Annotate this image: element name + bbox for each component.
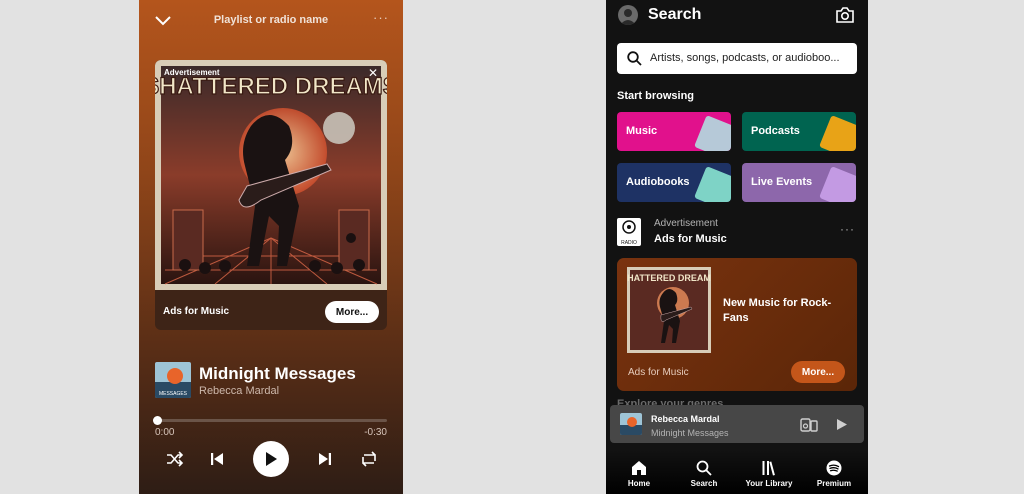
nav-label: Your Library: [745, 479, 793, 488]
more-options-icon[interactable]: ···: [373, 10, 389, 25]
mini-player-artist: Rebecca Mardal: [651, 414, 720, 424]
now-playing-screen: Playlist or radio name ··· SHATTERED DRE…: [139, 0, 403, 494]
tile-label: Live Events: [751, 176, 813, 188]
browse-tile-music[interactable]: Music: [617, 112, 731, 151]
more-options-icon[interactable]: ···: [840, 222, 855, 236]
track-artist[interactable]: Rebecca Mardal: [199, 385, 279, 397]
advertiser-logo-text: RADIO playlists: [620, 240, 638, 252]
remaining-time: -0:30: [364, 427, 387, 438]
nav-item-your-library[interactable]: Your Library: [739, 460, 799, 488]
ad-art-title: SHATTERED DREAMS: [155, 73, 387, 100]
user-icon: [620, 9, 636, 25]
search-input[interactable]: Artists, songs, podcasts, or audioboo...: [617, 43, 857, 74]
playback-controls: [155, 440, 387, 478]
track-thumbnail[interactable]: MESSAGES: [155, 362, 191, 398]
thumb-caption: MESSAGES: [159, 391, 188, 397]
promo-art-title: SHATTERED DREAMS: [627, 273, 711, 283]
promo-artwork: SHATTERED DREAMS: [627, 267, 711, 353]
play-icon[interactable]: [836, 418, 848, 431]
tile-artwork: [819, 115, 856, 151]
ad-brand-label: Ads for Music: [163, 306, 230, 317]
page-title: Search: [648, 6, 702, 23]
now-playing-header: Playlist or radio name ···: [139, 10, 403, 32]
play-icon[interactable]: [253, 441, 289, 477]
nav-item-home[interactable]: Home: [609, 460, 669, 488]
advertiser-logo: RADIO playlists: [617, 218, 641, 252]
next-icon[interactable]: [313, 440, 337, 478]
browse-tile-live-events[interactable]: Live Events: [742, 163, 856, 202]
advertisement-label: Advertisement: [654, 218, 718, 229]
promo-card[interactable]: SHATTERED DREAMS New Music for Rock-Fans…: [617, 258, 857, 391]
section-heading: Start browsing: [617, 90, 695, 102]
search-icon: [696, 460, 712, 476]
tile-label: Music: [626, 125, 658, 137]
track-title: Midnight Messages: [199, 364, 356, 383]
mini-player[interactable]: Rebecca Mardal Midnight Messages: [610, 405, 864, 443]
previous-icon[interactable]: [205, 440, 229, 478]
play-button[interactable]: [253, 440, 289, 478]
elapsed-time: 0:00: [155, 427, 175, 438]
browse-tile-audiobooks[interactable]: Audiobooks: [617, 163, 731, 202]
nav-item-premium[interactable]: Premium: [804, 460, 864, 488]
progress-bar[interactable]: [153, 416, 387, 425]
nav-label: Premium: [816, 479, 852, 488]
more-button[interactable]: More...: [791, 361, 845, 383]
tile-artwork: [694, 115, 731, 151]
radio-logo-icon: [622, 220, 636, 234]
nav-label: Search: [690, 479, 718, 488]
browse-tile-podcasts[interactable]: Podcasts: [742, 112, 856, 151]
track-info: MESSAGES Midnight Messages Rebecca Marda…: [155, 362, 387, 400]
advertisement-label: Advertisement: [164, 68, 220, 77]
spotify-icon: [826, 460, 842, 476]
mini-player-track: Midnight Messages: [651, 428, 729, 438]
ad-card[interactable]: SHATTERED DREAMS Advertisement ✕ Ads for…: [155, 60, 387, 330]
search-screen: Search Artists, songs, podcasts, or audi…: [606, 0, 868, 494]
connect-devices-icon[interactable]: [800, 417, 818, 433]
search-icon: [627, 51, 642, 66]
camera-icon[interactable]: [836, 7, 854, 23]
playlist-title: Playlist or radio name: [213, 14, 329, 26]
repeat-icon[interactable]: [357, 440, 381, 478]
home-icon: [632, 461, 646, 475]
shuffle-icon[interactable]: [163, 440, 187, 478]
promo-headline: New Music for Rock-Fans: [723, 297, 832, 324]
avatar[interactable]: [618, 5, 638, 25]
ad-header-row: RADIO playlists Advertisement Ads for Mu…: [617, 216, 857, 252]
nav-item-search[interactable]: Search: [674, 460, 734, 488]
nav-label: Home: [627, 479, 651, 488]
track-thumbnail: [620, 413, 642, 435]
tile-artwork: [819, 166, 856, 202]
close-icon[interactable]: ✕: [368, 66, 378, 80]
ad-artwork: SHATTERED DREAMS: [155, 60, 387, 290]
progress-handle[interactable]: [153, 416, 162, 425]
library-icon: [762, 461, 775, 476]
tile-artwork: [694, 166, 731, 202]
ad-brand-label: Ads for Music: [654, 233, 727, 245]
tile-label: Audiobooks: [626, 176, 690, 188]
ad-brand-label: Ads for Music: [628, 367, 689, 378]
more-button[interactable]: More...: [325, 301, 379, 323]
search-placeholder: Artists, songs, podcasts, or audioboo...: [650, 52, 840, 64]
bottom-nav: Home Search Your Library Premium: [606, 450, 868, 494]
tile-label: Podcasts: [751, 125, 800, 137]
